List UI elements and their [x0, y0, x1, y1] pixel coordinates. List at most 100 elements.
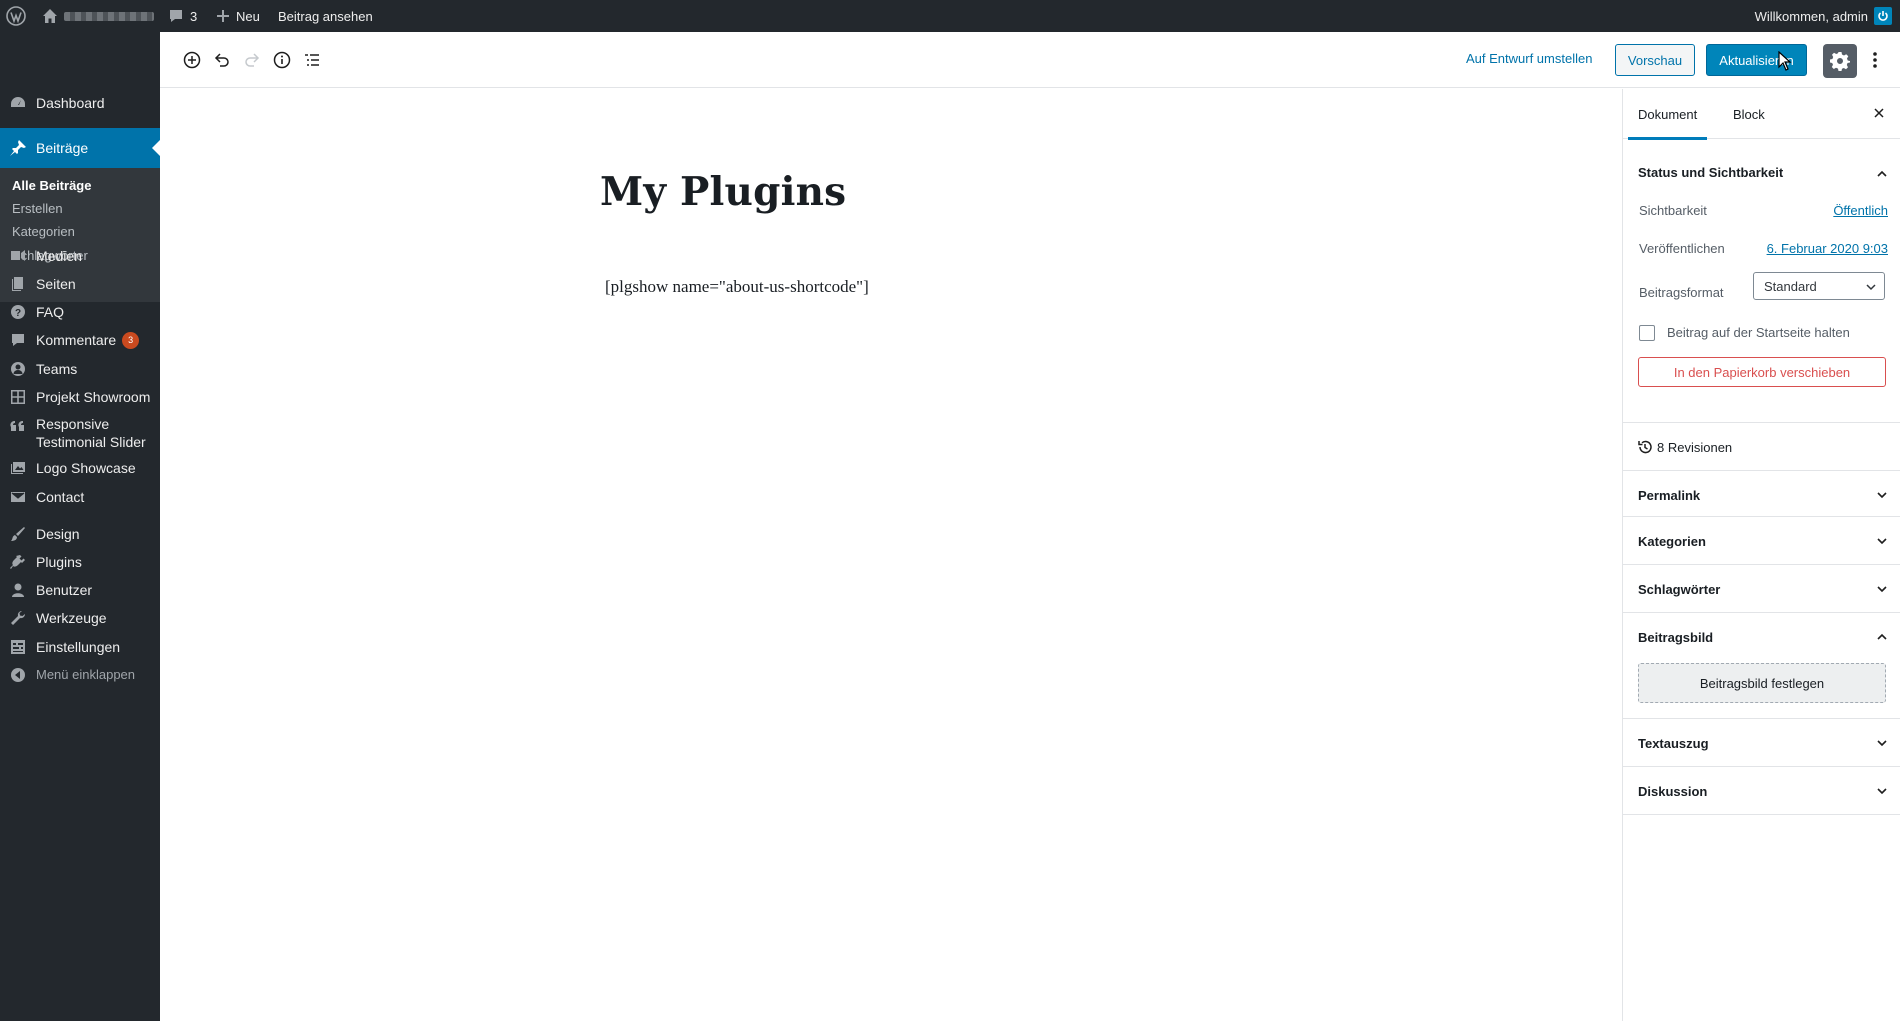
sidebar-item-medien[interactable]: Medien: [0, 246, 160, 266]
sidebar-item-label: Werkzeuge: [36, 610, 107, 626]
sidebar-item-label: Contact: [36, 489, 85, 505]
my-account-link[interactable]: Willkommen, admin: [1755, 0, 1892, 32]
preview-button[interactable]: Vorschau: [1615, 44, 1695, 76]
panel-title: Kategorien: [1638, 534, 1706, 549]
publish-label: Veröffentlichen: [1639, 241, 1725, 256]
sidebar-item-beitraege[interactable]: Beiträge: [0, 128, 160, 168]
submenu-categories[interactable]: Kategorien: [12, 224, 75, 239]
comment-count-badge: 3: [122, 332, 140, 350]
mouse-cursor-icon: [1778, 51, 1792, 71]
panel-title[interactable]: Beitragsbild: [1638, 630, 1713, 645]
sidebar-item-label: Projekt Showroom: [36, 389, 151, 405]
sidebar-item-einstellungen[interactable]: Einstellungen: [0, 637, 160, 657]
submenu-create[interactable]: Erstellen: [12, 201, 63, 216]
panel-title: Schlagwörter: [1638, 582, 1721, 597]
sidebar-item-label: Seiten: [36, 276, 76, 292]
wordpress-logo[interactable]: [6, 0, 26, 32]
chevron-up-icon[interactable]: [1875, 167, 1889, 181]
sidebar-item-dashboard[interactable]: Dashboard: [0, 93, 160, 113]
shortcode-block[interactable]: [plgshow name="about-us-shortcode"]: [605, 277, 869, 297]
site-name-blurred: [64, 11, 154, 21]
permalink-panel[interactable]: Permalink: [1623, 471, 1900, 517]
view-post-label: Beitrag ansehen: [278, 8, 373, 24]
media-icon: [9, 247, 27, 265]
dashboard-icon: [9, 94, 27, 112]
move-to-trash-button[interactable]: In den Papierkorb verschieben: [1638, 357, 1886, 387]
visibility-link[interactable]: Öffentlich: [1833, 203, 1888, 218]
sidebar-item-testimonial-slider[interactable]: Responsive Testimonial Slider: [0, 415, 160, 453]
sidebar-item-design[interactable]: Design: [0, 524, 160, 544]
publish-date-link[interactable]: 6. Februar 2020 9:03: [1767, 241, 1888, 256]
sidebar-item-werkzeuge[interactable]: Werkzeuge: [0, 608, 160, 628]
quote-icon: [9, 417, 27, 435]
more-vertical-icon: [1873, 52, 1877, 68]
new-content-link[interactable]: Neu: [216, 0, 260, 32]
switch-to-draft-button[interactable]: Auf Entwurf umstellen: [1466, 51, 1592, 66]
close-icon: [1874, 108, 1884, 118]
post-title[interactable]: My Plugins: [600, 169, 846, 215]
discussion-panel[interactable]: Diskussion: [1623, 767, 1900, 815]
sidebar-item-label: Menü einklappen: [36, 667, 136, 682]
sidebar-item-teams[interactable]: Teams: [0, 359, 160, 379]
sidebar-item-logo-showcase[interactable]: Logo Showcase: [0, 458, 160, 478]
svg-text:?: ?: [15, 308, 21, 319]
sidebar-item-contact[interactable]: Contact: [0, 487, 160, 507]
comments-icon: [9, 331, 27, 349]
comment-bubble-icon: [170, 10, 182, 22]
content-structure-button[interactable]: [270, 48, 294, 72]
visibility-label: Sichtbarkeit: [1639, 203, 1707, 218]
grid-icon: [9, 388, 27, 406]
sidebar-item-label: Logo Showcase: [36, 460, 136, 476]
sidebar-item-kommentare[interactable]: Kommentare 3: [0, 330, 160, 350]
settings-icon: [9, 638, 27, 656]
history-icon: [1638, 440, 1652, 454]
chevron-up-icon[interactable]: [1875, 630, 1889, 644]
tab-document[interactable]: Dokument: [1627, 89, 1708, 140]
sidebar-item-label: Kommentare 3: [36, 331, 140, 350]
help-icon: ?: [9, 303, 27, 321]
sidebar-item-plugins[interactable]: Plugins: [0, 552, 160, 572]
block-navigation-button[interactable]: [300, 48, 324, 72]
status-visibility-panel: Status und Sichtbarkeit Sichtbarkeit Öff…: [1623, 139, 1900, 423]
undo-button[interactable]: [210, 48, 234, 72]
tab-block[interactable]: Block: [1733, 89, 1765, 139]
sidebar-item-faq[interactable]: ? FAQ: [0, 302, 160, 322]
excerpt-panel[interactable]: Textauszug: [1623, 719, 1900, 767]
redo-icon: [245, 53, 260, 67]
settings-toggle-button[interactable]: [1823, 44, 1857, 78]
brush-icon: [9, 525, 27, 543]
close-sidebar-button[interactable]: [1871, 105, 1887, 121]
sticky-checkbox[interactable]: [1639, 325, 1655, 341]
panel-title[interactable]: Status und Sichtbarkeit: [1638, 165, 1783, 180]
sidebar-item-label: FAQ: [36, 304, 65, 320]
wrench-icon: [9, 609, 27, 627]
post-format-value: Standard: [1764, 278, 1817, 294]
more-options-button[interactable]: [1863, 48, 1887, 72]
pages-icon: [9, 275, 27, 293]
admin-sidebar: Dashboard Beiträge Alle Beiträge Erstell…: [0, 32, 160, 1021]
submenu-all-posts[interactable]: Alle Beiträge: [12, 178, 91, 193]
panel-title: Permalink: [1638, 488, 1701, 503]
power-icon: [1878, 11, 1888, 21]
tags-panel[interactable]: Schlagwörter: [1623, 565, 1900, 613]
comments-link[interactable]: 3: [168, 0, 197, 32]
site-name-link[interactable]: [42, 0, 154, 32]
sidebar-item-projekt-showroom[interactable]: Projekt Showroom: [0, 387, 160, 407]
avatar: [1874, 7, 1892, 25]
redo-button[interactable]: [240, 48, 264, 72]
sidebar-item-seiten[interactable]: Seiten: [0, 274, 160, 294]
sidebar-item-benutzer[interactable]: Benutzer: [0, 580, 160, 600]
set-featured-image-button[interactable]: Beitragsbild festlegen: [1638, 663, 1886, 703]
add-block-button[interactable]: [180, 48, 204, 72]
comments-count: 3: [190, 8, 198, 24]
teams-icon: [9, 360, 27, 378]
sidebar-item-label: Benutzer: [36, 582, 93, 598]
sticky-label[interactable]: Beitrag auf der Startseite halten: [1667, 325, 1850, 340]
collapse-menu-button[interactable]: Menü einklappen: [0, 665, 160, 685]
post-format-select[interactable]: Standard: [1753, 272, 1885, 300]
chevron-down-icon: [1866, 284, 1876, 291]
view-post-link[interactable]: Beitrag ansehen: [278, 0, 373, 32]
categories-panel[interactable]: Kategorien: [1623, 517, 1900, 565]
revisions-panel[interactable]: 8 Revisionen: [1623, 423, 1900, 471]
editor-toolbar: Auf Entwurf umstellen Vorschau Aktualisi…: [160, 32, 1900, 88]
